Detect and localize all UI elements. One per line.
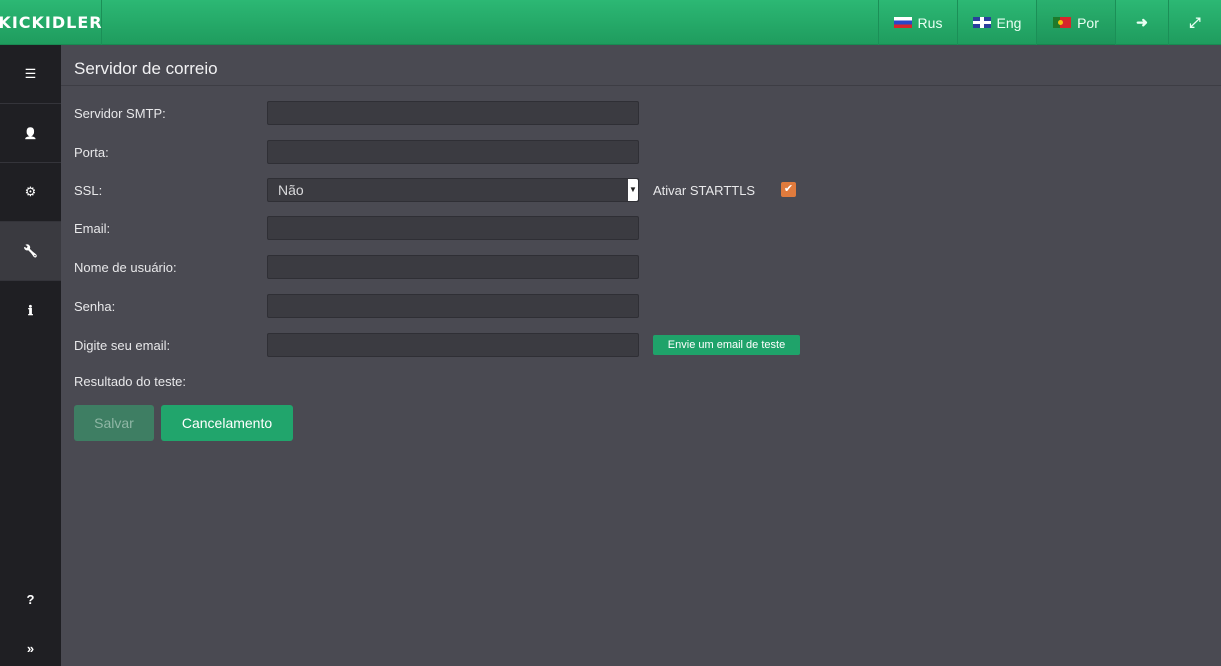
sidebar: ☰ 👤 ⚙ 🔧 ℹ ? »: [0, 45, 61, 666]
username-label: Nome de usuário:: [74, 260, 177, 275]
test-email-input[interactable]: [267, 333, 639, 357]
fullscreen-button[interactable]: ⤢: [1168, 0, 1221, 45]
logout-icon: ➜: [1136, 14, 1148, 30]
send-test-email-button[interactable]: Envie um email de teste: [653, 335, 800, 355]
help-icon: ?: [26, 591, 35, 607]
starttls-checkbox[interactable]: ✔: [781, 182, 796, 197]
list-icon: ☰: [24, 66, 37, 81]
smtp-label: Servidor SMTP:: [74, 106, 166, 121]
port-row: Porta:: [74, 140, 874, 164]
top-nav: Rus Eng Por ➜ ⤢: [878, 0, 1221, 45]
test-email-label: Digite seu email:: [74, 338, 171, 353]
smtp-row: Servidor SMTP:: [74, 101, 874, 125]
logout-button[interactable]: ➜: [1115, 0, 1168, 45]
kickidler-logo[interactable]: KICKIDLER: [0, 0, 102, 45]
ssl-row: SSL: Não ▼ Ativar STARTTLS ✔: [74, 178, 874, 202]
sidebar-item-settings[interactable]: ⚙: [0, 163, 61, 222]
username-input[interactable]: [267, 255, 639, 279]
sidebar-item-info[interactable]: ℹ: [0, 281, 61, 340]
email-row: Email:: [74, 216, 874, 240]
main-content: Servidor de correio Servidor SMTP: Porta…: [61, 45, 1221, 666]
sidebar-item-users[interactable]: 👤: [0, 104, 61, 163]
save-button[interactable]: Salvar: [74, 405, 154, 441]
sidebar-item-list[interactable]: ☰: [0, 45, 61, 104]
gears-icon: ⚙: [24, 184, 37, 199]
fullscreen-icon: ⤢: [1189, 14, 1201, 30]
test-email-row: Digite seu email: Envie um email de test…: [74, 333, 874, 357]
username-row: Nome de usuário:: [74, 255, 874, 279]
expand-icon: »: [26, 640, 35, 656]
lang-label: Por: [1077, 14, 1099, 31]
info-icon: ℹ: [28, 302, 33, 318]
wrench-icon: 🔧: [23, 244, 38, 258]
chevron-down-icon[interactable]: ▼: [628, 179, 638, 201]
lang-rus-button[interactable]: Rus: [878, 0, 957, 45]
password-input[interactable]: [267, 294, 639, 318]
checkmark-icon: ✔: [783, 183, 794, 195]
port-input[interactable]: [267, 140, 639, 164]
port-label: Porta:: [74, 145, 109, 160]
ssl-label: SSL:: [74, 183, 103, 198]
pt-flag-icon: [1053, 17, 1072, 28]
email-input[interactable]: [267, 216, 639, 240]
uk-flag-icon: [972, 17, 991, 28]
user-icon: 👤: [23, 127, 38, 140]
lang-label: Rus: [917, 14, 943, 31]
starttls-label: Ativar STARTTLS: [653, 183, 756, 198]
cancel-button[interactable]: Cancelamento: [161, 405, 293, 441]
sidebar-item-tools[interactable]: 🔧: [0, 222, 61, 281]
expand-sidebar-button[interactable]: »: [0, 633, 61, 663]
page-title: Servidor de correio: [74, 59, 218, 78]
ssl-select[interactable]: Não ▼: [267, 178, 639, 202]
test-result-row: Resultado do teste:: [74, 369, 874, 393]
ssl-selected-value: Não: [278, 182, 304, 198]
ru-flag-icon: [893, 17, 912, 28]
password-label: Senha:: [74, 299, 116, 314]
title-divider: [61, 85, 1221, 86]
lang-label: Eng: [996, 14, 1022, 31]
lang-eng-button[interactable]: Eng: [957, 0, 1036, 45]
email-label: Email:: [74, 221, 111, 236]
password-row: Senha:: [74, 294, 874, 318]
lang-por-button[interactable]: Por: [1036, 0, 1115, 45]
top-bar: KICKIDLER Rus Eng Por ➜ ⤢: [0, 0, 1221, 45]
help-button[interactable]: ?: [0, 584, 61, 614]
test-result-label: Resultado do teste:: [74, 374, 187, 389]
smtp-input[interactable]: [267, 101, 639, 125]
